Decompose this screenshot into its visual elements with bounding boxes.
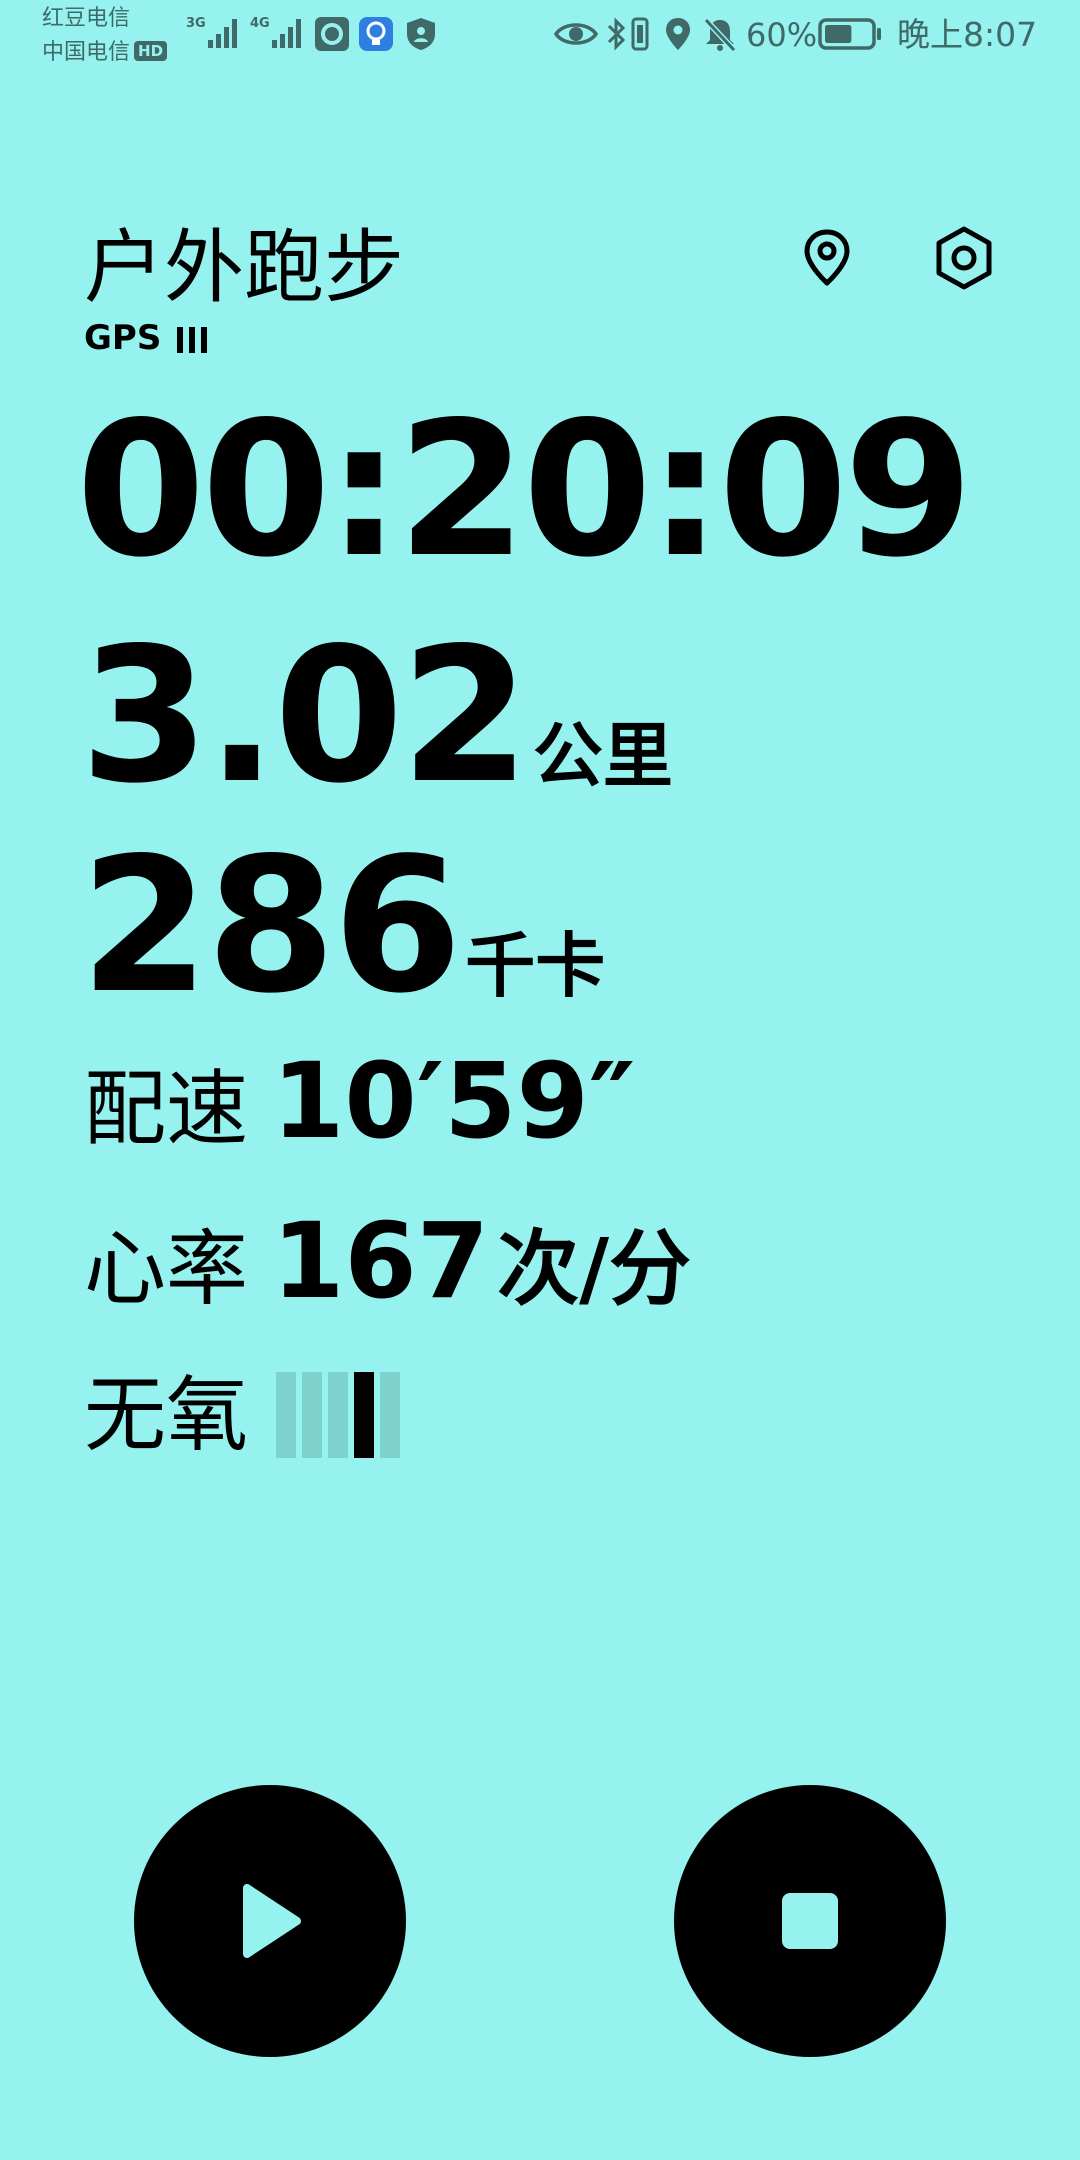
camera-app-icon — [315, 17, 349, 51]
bluetooth-icon — [607, 17, 626, 51]
play-icon — [243, 1884, 301, 1958]
battery-percent: 60% — [746, 16, 818, 54]
hd-badge: HD — [134, 41, 168, 61]
play-button[interactable] — [134, 1785, 406, 2057]
network-type-4g: 4G — [250, 16, 270, 31]
heart-zone-bar-1 — [276, 1372, 296, 1458]
status-bar: 红豆电信 中国电信 HD 3G 4G 60% 晚上8:07 — [0, 0, 1080, 72]
signal-3g-icon — [208, 19, 237, 48]
calories-value: 286 — [80, 817, 462, 1034]
distance-value: 3.02 — [80, 607, 530, 824]
pace-value: 10′59″ — [272, 1040, 636, 1162]
pace-label: 配速 — [84, 1062, 249, 1157]
carrier-name-2: 中国电信 HD — [42, 40, 168, 66]
stop-icon — [782, 1893, 838, 1949]
heart-rate-row: 心率 167次/分 — [84, 1206, 691, 1320]
network-type-3g: 3G — [186, 16, 206, 31]
mute-icon — [703, 17, 737, 52]
status-clock: 晚上8:07 — [897, 15, 1038, 54]
location-icon — [666, 18, 690, 50]
battery-icon — [818, 18, 881, 50]
heart-zone-row: 无氧 — [84, 1366, 248, 1466]
vibrate-icon — [631, 17, 649, 51]
calories-unit: 千卡 — [465, 925, 606, 1007]
elapsed-timer: 00:20:09 — [76, 381, 973, 598]
carrier-name-2-text: 中国电信 — [42, 40, 131, 65]
shield-icon — [407, 18, 435, 50]
heart-rate-label: 心率 — [84, 1222, 249, 1317]
bulb-app-icon — [359, 17, 393, 51]
eye-icon — [554, 23, 598, 45]
map-pin-icon — [804, 229, 850, 286]
gps-signal-icon — [177, 327, 207, 353]
heart-rate-value: 167 — [272, 1200, 490, 1322]
signal-4g-icon — [272, 19, 301, 48]
stop-button[interactable] — [674, 1785, 946, 2057]
pace-row: 配速 10′59″ — [84, 1046, 635, 1160]
page-title: 户外跑步 — [84, 221, 404, 314]
settings-button[interactable] — [924, 218, 1004, 298]
carrier-name-1: 红豆电信 — [42, 6, 131, 31]
distance-unit: 公里 — [532, 715, 673, 797]
distance-metric: 3.02公里 — [80, 616, 673, 816]
heart-zone-bar-2 — [302, 1372, 322, 1458]
heart-rate-unit: 次/分 — [497, 1222, 692, 1317]
location-button[interactable] — [787, 218, 867, 298]
gps-label: GPS — [84, 318, 162, 358]
calories-metric: 286千卡 — [80, 826, 605, 1026]
heart-zone-label: 无氧 — [84, 1368, 249, 1463]
heart-zone-bar-5 — [380, 1372, 400, 1458]
heart-zone-bar-4 — [354, 1372, 374, 1458]
settings-hexagon-icon — [936, 226, 992, 290]
heart-zone-indicator — [276, 1372, 400, 1458]
heart-zone-bar-3 — [328, 1372, 348, 1458]
